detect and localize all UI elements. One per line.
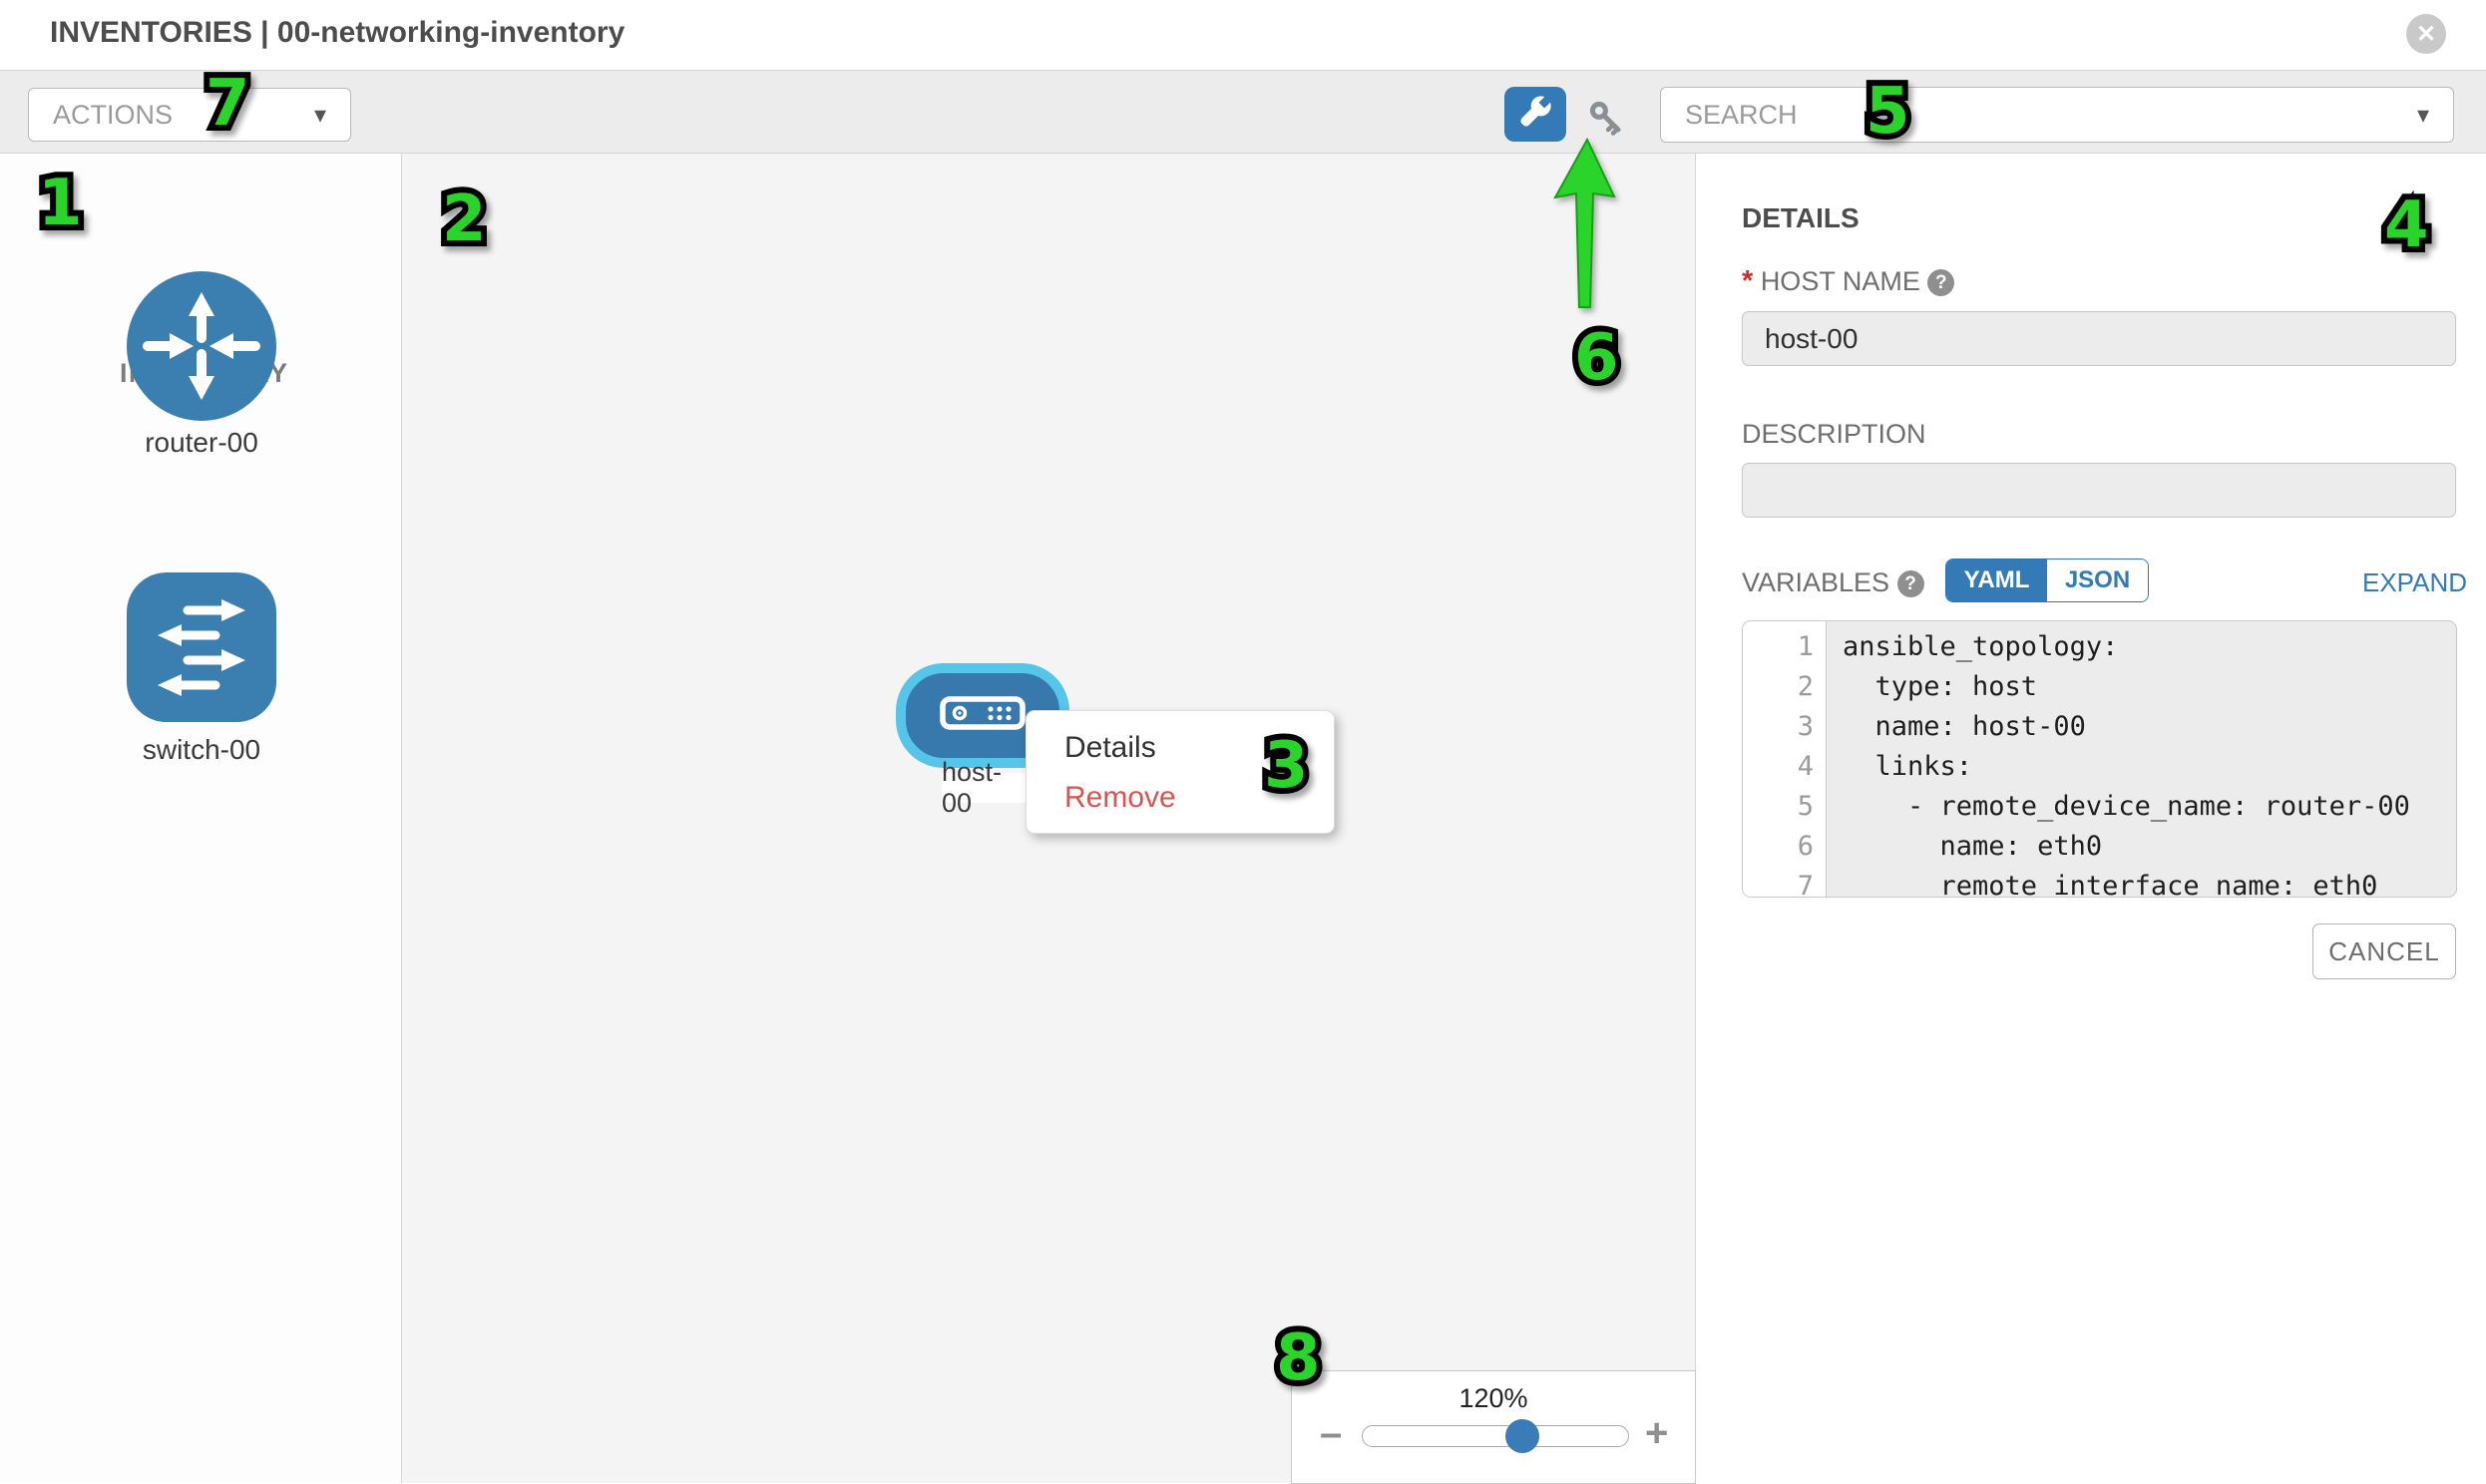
description-label: DESCRIPTION: [1742, 419, 1926, 450]
code-line: type: host: [1843, 667, 2456, 707]
actions-dropdown[interactable]: ACTIONS ▾: [28, 88, 351, 142]
zoom-slider[interactable]: [1362, 1425, 1629, 1447]
cancel-button[interactable]: CANCEL: [2312, 924, 2456, 979]
annotation-8: 8: [1276, 1326, 1321, 1390]
variables-editor[interactable]: 1 2 3 4 5 6 7 ansible_topology: type: ho…: [1742, 620, 2457, 898]
details-title: DETAILS: [1742, 202, 1860, 234]
editor-line-numbers: 1 2 3 4 5 6 7: [1743, 621, 1827, 897]
code-line: remote_interface_name: eth0: [1843, 867, 2456, 898]
line-number: 3: [1743, 707, 1814, 747]
inventory-topology-app: INVENTORIES | 00-networking-inventory ✕ …: [0, 0, 2486, 1483]
zoom-control: 120% – +: [1291, 1370, 1696, 1484]
host-icon: [935, 691, 1031, 740]
zoom-slider-thumb[interactable]: [1505, 1419, 1539, 1453]
line-number: 2: [1743, 667, 1814, 707]
help-icon[interactable]: ?: [1927, 269, 1954, 296]
line-number: 6: [1743, 827, 1814, 867]
annotation-5: 5: [1865, 80, 1910, 144]
search-dropdown[interactable]: SEARCH ▾: [1660, 87, 2454, 143]
editor-code: ansible_topology: type: host name: host-…: [1827, 621, 2456, 897]
expand-link[interactable]: EXPAND: [2362, 567, 2467, 598]
annotation-arrow-up-icon: [1540, 128, 1640, 322]
code-line: - remote_device_name: router-00: [1843, 787, 2456, 827]
host-name-value: host-00: [1765, 323, 1858, 355]
help-icon[interactable]: ?: [1897, 570, 1924, 597]
chevron-down-icon: ▾: [2417, 101, 2429, 130]
annotation-7: 7: [206, 72, 250, 136]
tab-yaml[interactable]: YAML: [1946, 559, 2047, 601]
close-icon[interactable]: ✕: [2406, 14, 2446, 54]
chevron-down-icon: ▾: [314, 101, 326, 130]
code-line: links:: [1843, 747, 2456, 787]
required-asterisk: *: [1742, 265, 1753, 297]
header: INVENTORIES | 00-networking-inventory ✕: [0, 0, 2486, 70]
zoom-in-button[interactable]: +: [1645, 1413, 1668, 1453]
code-line: name: eth0: [1843, 827, 2456, 867]
variables-format-toggle: YAML JSON: [1945, 558, 2149, 602]
code-line: name: host-00: [1843, 707, 2456, 747]
variables-label-row: VARIABLES ?: [1742, 567, 1924, 598]
variables-label: VARIABLES: [1742, 567, 1889, 597]
switch-icon: [127, 709, 276, 726]
router-icon: [127, 408, 276, 425]
line-number: 1: [1743, 627, 1814, 667]
host-name-label: HOST NAME: [1761, 266, 1920, 296]
palette-item-router-label: router-00: [117, 427, 286, 459]
annotation-6: 6: [1574, 326, 1619, 390]
annotation-3: 3: [1264, 734, 1309, 798]
zoom-level: 120%: [1292, 1383, 1695, 1414]
description-input[interactable]: [1742, 463, 2456, 518]
line-number: 7: [1743, 867, 1814, 898]
line-number: 4: [1743, 747, 1814, 787]
host-name-label-row: * HOST NAME ?: [1742, 265, 1954, 298]
palette-item-router[interactable]: [127, 271, 276, 426]
actions-dropdown-label: ACTIONS: [53, 100, 173, 131]
annotation-1: 1: [38, 172, 83, 235]
line-number: 5: [1743, 787, 1814, 827]
search-dropdown-label: SEARCH: [1685, 100, 1798, 131]
host-name-input[interactable]: host-00: [1742, 311, 2456, 366]
palette-item-switch-label: switch-00: [117, 734, 286, 766]
annotation-4: 4: [2384, 193, 2429, 257]
tab-json[interactable]: JSON: [2047, 559, 2148, 601]
host-node-label: host-00: [942, 773, 1026, 803]
palette-item-switch[interactable]: [127, 572, 276, 727]
code-line: ansible_topology:: [1843, 627, 2456, 667]
close-glyph: ✕: [2416, 20, 2436, 49]
page-title: INVENTORIES | 00-networking-inventory: [50, 16, 624, 50]
annotation-2: 2: [442, 187, 487, 251]
zoom-out-button[interactable]: –: [1320, 1413, 1342, 1453]
